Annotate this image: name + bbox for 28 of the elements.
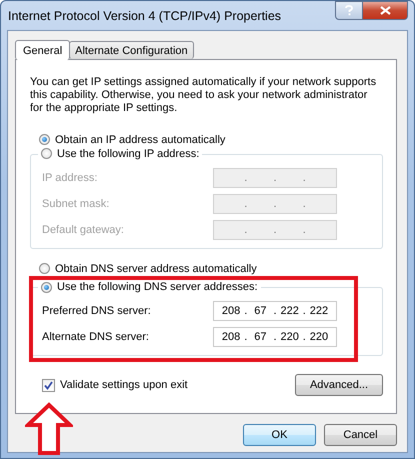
help-button[interactable] (335, 1, 363, 20)
radio-label: Use the following IP address: (57, 148, 200, 160)
field-label: Subnet mask: (42, 198, 110, 210)
close-icon (380, 6, 390, 15)
advanced-button[interactable]: Advanced... (295, 374, 383, 396)
checkbox-label: Validate settings upon exit (60, 379, 188, 391)
radio-button[interactable] (39, 134, 50, 145)
radio-button[interactable] (41, 282, 52, 292)
dialog-button[interactable]: Cancel (324, 424, 397, 446)
dialog-button[interactable]: OK (243, 424, 316, 446)
radio-button[interactable] (39, 263, 50, 274)
radio-label: Obtain DNS server address automatically (55, 262, 257, 274)
radio-button[interactable] (41, 148, 52, 159)
window-title: Internet Protocol Version 4 (TCP/IPv4) Properties (8, 8, 282, 22)
field-label: Default gateway: (42, 224, 124, 236)
tab[interactable]: Alternate Configuration (69, 41, 194, 59)
radio-label: Obtain an IP address automatically (55, 134, 226, 146)
radio-label: Use the following DNS server addresses: (57, 281, 258, 293)
field-label: Preferred DNS server: (42, 305, 151, 317)
field-label: Alternate DNS server: (42, 331, 149, 343)
ip-address-field[interactable]: 208 . 67 . 220 . 220 (213, 327, 337, 347)
help-icon (345, 5, 353, 16)
checkbox[interactable] (42, 378, 55, 392)
field-label: IP address: (42, 172, 98, 184)
tab[interactable]: General (15, 40, 70, 60)
description-text: You can get IP settings assigned automatically if your network supports this capability. Otherwise, you need to ask your network administrator for the appropriate IP settings. (30, 76, 378, 115)
close-button[interactable] (363, 1, 408, 20)
ip-address-field[interactable]: 208 . 67 . 222 . 222 (213, 301, 337, 321)
